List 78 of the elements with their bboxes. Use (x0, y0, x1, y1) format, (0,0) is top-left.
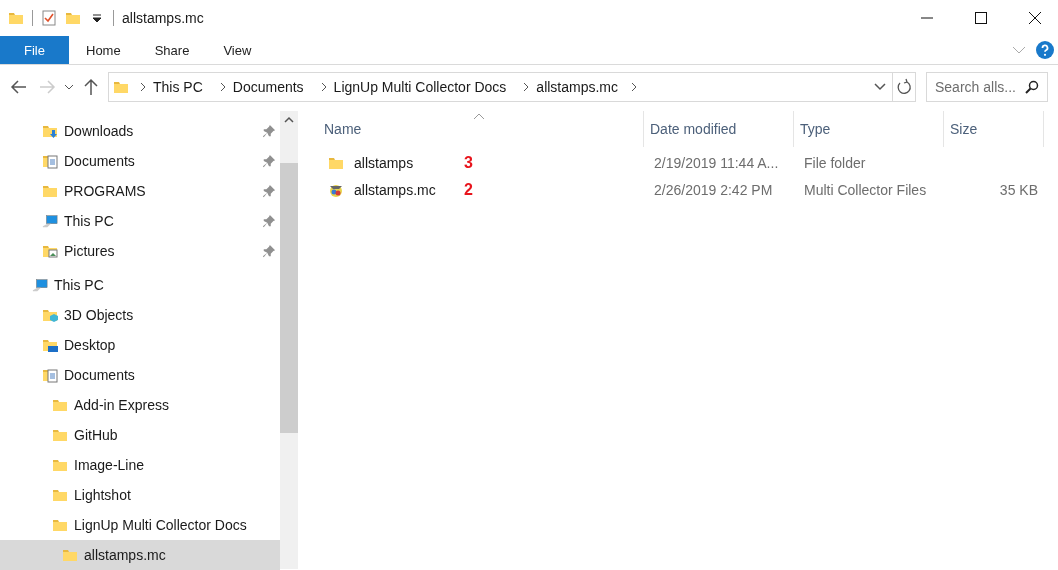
pin-icon[interactable] (262, 124, 276, 138)
expand-ribbon-icon[interactable] (1012, 46, 1026, 54)
column-header[interactable]: Type (794, 111, 944, 147)
close-icon (1029, 12, 1041, 24)
ribbon-tab[interactable]: File (0, 36, 69, 64)
quick-access-item[interactable]: This PC (0, 206, 280, 236)
file-name-cell[interactable]: allstamps 3 (324, 153, 648, 172)
ribbon-tab[interactable]: Share (137, 36, 207, 64)
chevron-icon[interactable] (522, 82, 531, 92)
date-cell-text: 2/26/2019 2:42 PM (653, 181, 774, 198)
pictures-folder-icon (42, 243, 58, 259)
column-header[interactable]: Size (944, 111, 1044, 147)
properties-icon[interactable] (41, 10, 57, 26)
history-dropdown-icon[interactable] (874, 83, 886, 91)
address-bar[interactable]: This PC Documents LignUp Multi Collector Docs allstamps.mc (108, 72, 916, 102)
file-name[interactable]: allstamps (354, 154, 454, 171)
breadcrumb[interactable]: This PC (147, 79, 209, 95)
size-cell: 35 KB (999, 181, 1038, 198)
documents-folder-icon (42, 367, 58, 383)
pin-icon[interactable] (262, 154, 276, 168)
folder-icon (62, 547, 78, 563)
chevron-icon[interactable] (630, 82, 639, 92)
breadcrumb[interactable]: LignUp Multi Collector Docs (327, 79, 513, 95)
sort-ascending-icon (473, 113, 485, 120)
tree-item[interactable]: Image-Line (0, 450, 280, 480)
chevron-icon[interactable] (319, 82, 328, 92)
tree-item[interactable]: Lightshot (0, 480, 280, 510)
folder-icon (42, 183, 58, 199)
column-header[interactable]: Date modified (644, 111, 794, 147)
scrollbar[interactable] (280, 111, 298, 569)
column-header[interactable]: Name (324, 111, 644, 147)
documents-folder-icon (42, 153, 58, 169)
pin-icon[interactable] (262, 214, 276, 228)
desktop-folder-icon (42, 337, 58, 353)
tree-item[interactable]: 3D Objects (0, 300, 280, 330)
annotation-number: 3 (464, 153, 473, 172)
type-cell-text: File folder (803, 154, 867, 171)
folder-icon (113, 79, 129, 95)
tree-item[interactable]: This PC (0, 270, 280, 300)
file-name-cell[interactable]: allstamps.mc 2 (324, 180, 648, 199)
tree-item[interactable]: GitHub (0, 420, 280, 450)
tree-item[interactable]: Desktop (0, 330, 280, 360)
file-name[interactable]: allstamps.mc (354, 181, 454, 198)
pin-icon[interactable] (262, 244, 276, 258)
chevron-icon[interactable] (218, 82, 227, 92)
folder-icon (52, 397, 68, 413)
quick-access-item[interactable]: PROGRAMS (0, 176, 280, 206)
search-icon (1025, 80, 1039, 94)
chevron-icon[interactable] (139, 82, 147, 92)
pin-icon[interactable] (262, 184, 276, 198)
folder-icon (52, 457, 68, 473)
tree-item[interactable]: allstamps.mc (0, 540, 280, 570)
folder-icon (52, 487, 68, 503)
computer-icon (42, 213, 58, 229)
help-icon[interactable] (1036, 41, 1054, 59)
search-field[interactable]: Search alls... (926, 72, 1048, 102)
folder-icon (52, 427, 68, 443)
tree-item[interactable]: Add-in Express (0, 390, 280, 420)
type-cell-text: Multi Collector Files (803, 181, 928, 198)
quick-access-item[interactable]: Documents (0, 146, 280, 176)
scroll-up-icon[interactable] (283, 115, 295, 125)
breadcrumb[interactable]: Documents (226, 79, 310, 95)
maximize-icon (975, 12, 987, 24)
annotation-number: 2 (464, 180, 473, 199)
recent-dropdown-icon[interactable] (64, 84, 74, 90)
download-folder-icon (42, 123, 58, 139)
quick-access-item[interactable]: Pictures (0, 236, 280, 266)
window-title: allstamps.mc (122, 10, 204, 26)
ribbon-tab[interactable]: View (206, 36, 269, 64)
tree-item[interactable]: LignUp Multi Collector Docs (0, 510, 280, 540)
computer-icon (32, 277, 48, 293)
quick-access-item[interactable]: Downloads (0, 116, 280, 146)
cube-folder-icon (42, 307, 58, 323)
ribbon-tab[interactable]: Home (69, 36, 138, 64)
tree-item[interactable]: Documents (0, 360, 280, 390)
breadcrumb[interactable]: allstamps.mc (530, 79, 625, 95)
folder-icon (52, 517, 68, 533)
date-cell-text: 2/19/2019 11:44 A... (653, 154, 780, 171)
